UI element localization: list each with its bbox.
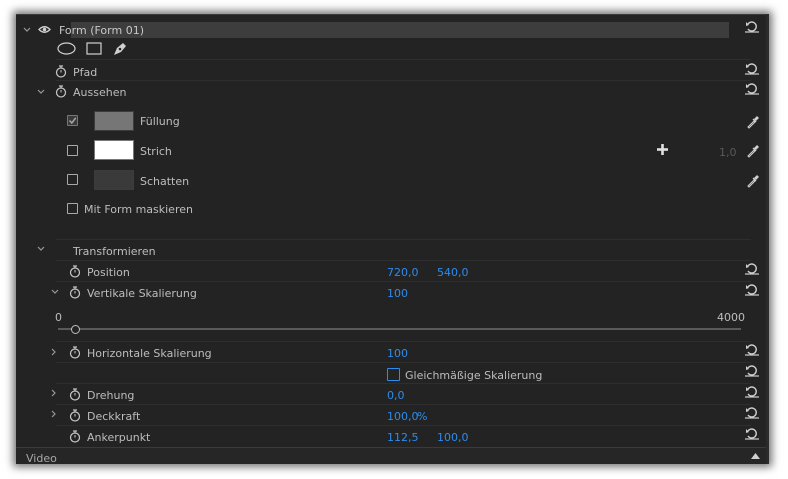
appearance-label: Aussehen [73, 86, 127, 99]
stopwatch-icon[interactable] [55, 85, 67, 98]
reset-icon[interactable] [745, 21, 759, 33]
reset-icon[interactable] [745, 284, 759, 296]
reset-icon[interactable] [745, 63, 759, 75]
opacity-unit: % [417, 410, 428, 423]
fill-checkbox[interactable] [67, 115, 78, 126]
chevron-down-icon[interactable] [23, 26, 31, 34]
shadow-label: Schatten [140, 175, 190, 188]
ellipse-tool-icon[interactable] [57, 42, 76, 55]
top-divider [16, 14, 769, 15]
divider [56, 362, 751, 363]
form-layer-title: Form (Form 01) [59, 24, 144, 37]
reset-icon[interactable] [745, 428, 759, 440]
eye-icon[interactable] [38, 25, 51, 34]
vertical-scale-label: Vertikale Skalierung [87, 287, 197, 300]
stopwatch-icon[interactable] [69, 409, 81, 422]
mask-with-shape-label: Mit Form maskieren [84, 203, 193, 216]
stroke-checkbox[interactable] [67, 145, 78, 156]
stopwatch-icon[interactable] [69, 388, 81, 401]
eyedropper-icon[interactable] [746, 115, 760, 129]
reset-icon[interactable] [745, 344, 759, 356]
divider [56, 425, 751, 426]
scale-slider-track[interactable] [58, 328, 741, 330]
stopwatch-icon[interactable] [69, 346, 81, 359]
fill-color-swatch[interactable] [94, 111, 134, 131]
position-y-value[interactable]: 540,0 [437, 266, 469, 279]
chevron-right-icon[interactable] [50, 389, 58, 397]
reset-icon[interactable] [745, 386, 759, 398]
anchor-x-value[interactable]: 112,5 [387, 431, 419, 444]
stroke-width-value[interactable]: 1,0 [719, 146, 737, 159]
anchor-y-value[interactable]: 100,0 [437, 431, 469, 444]
anchor-point-label: Ankerpunkt [87, 431, 151, 444]
checkmark-icon [68, 117, 77, 125]
rotation-value[interactable]: 0,0 [387, 389, 405, 402]
horizontal-scale-label: Horizontale Skalierung [87, 347, 212, 360]
reset-icon[interactable] [745, 407, 759, 419]
stopwatch-icon[interactable] [69, 265, 81, 278]
chevron-down-icon[interactable] [37, 245, 45, 253]
stopwatch-icon[interactable] [55, 65, 67, 78]
divider [56, 404, 751, 405]
opacity-label: Deckkraft [87, 410, 141, 423]
chevron-down-icon[interactable] [37, 88, 45, 96]
shadow-color-swatch[interactable] [94, 170, 134, 190]
stroke-color-swatch[interactable] [94, 140, 134, 160]
transform-label: Transformieren [73, 245, 156, 258]
mask-with-shape-checkbox[interactable] [67, 203, 78, 214]
chevron-right-icon[interactable] [50, 348, 58, 356]
form-layer-header[interactable] [71, 22, 729, 38]
uniform-scale-label: Gleichmäßige Skalierung [405, 369, 543, 382]
scale-slider-thumb[interactable] [70, 325, 80, 334]
divider [56, 383, 751, 384]
opacity-value[interactable]: 100,0 [387, 410, 419, 423]
plus-icon[interactable] [657, 144, 668, 155]
divider [56, 80, 751, 81]
chevron-down-icon[interactable] [51, 288, 59, 296]
slider-max-label: 4000 [717, 311, 745, 324]
uniform-scale-checkbox[interactable] [387, 368, 400, 381]
position-label: Position [87, 266, 130, 279]
slider-min-label: 0 [55, 311, 62, 324]
reset-icon[interactable] [745, 365, 759, 377]
reset-icon[interactable] [745, 83, 759, 95]
stroke-label: Strich [140, 145, 172, 158]
divider [56, 341, 751, 342]
scrollbar-edge [766, 14, 769, 464]
shadow-checkbox[interactable] [67, 174, 78, 185]
stopwatch-icon[interactable] [69, 430, 81, 443]
rotation-label: Drehung [87, 389, 135, 402]
collapse-up-icon[interactable] [751, 453, 760, 459]
chevron-right-icon[interactable] [50, 410, 58, 418]
horizontal-scale-value[interactable]: 100 [387, 347, 408, 360]
video-label: Video [26, 452, 57, 464]
fill-label: Füllung [140, 115, 180, 128]
path-label: Pfad [73, 66, 98, 79]
eyedropper-icon[interactable] [746, 174, 760, 188]
vertical-scale-value[interactable]: 100 [387, 287, 408, 300]
position-x-value[interactable]: 720,0 [387, 266, 419, 279]
divider [56, 260, 751, 261]
divider [56, 239, 751, 240]
eyedropper-icon[interactable] [746, 144, 760, 158]
divider [56, 281, 751, 282]
effect-controls-panel: Form (Form 01) Pfad Aussehen Füllung Str… [16, 14, 769, 464]
rectangle-tool-icon[interactable] [86, 42, 102, 55]
divider [56, 59, 751, 60]
stopwatch-icon[interactable] [69, 286, 81, 299]
video-section-header[interactable] [16, 448, 769, 464]
reset-icon[interactable] [745, 263, 759, 275]
pen-tool-icon[interactable] [112, 41, 128, 57]
